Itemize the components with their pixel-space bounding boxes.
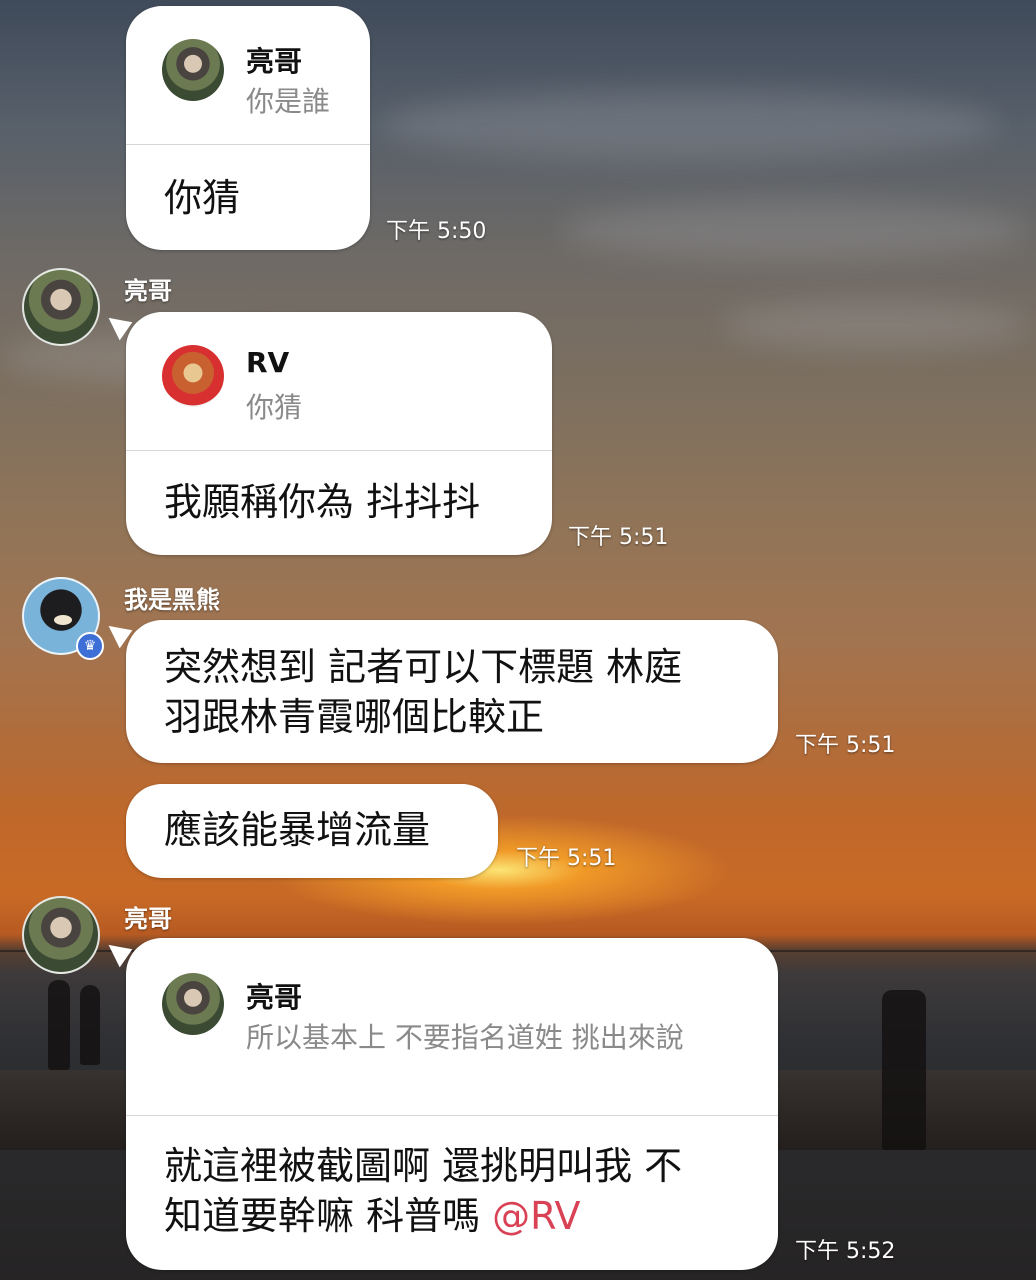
message-bubble[interactable]: 突然想到 記者可以下標題 林庭 羽跟林青霞哪個比較正 <box>126 620 778 763</box>
message-line: 羽跟林青霞哪個比較正 <box>164 695 545 739</box>
message-time: 下午 5:52 <box>795 1239 896 1264</box>
message-line: 知道要幹嘛 科普嗎 @RV <box>164 1191 682 1241</box>
reply-sender-name: RV <box>246 346 290 379</box>
reply-preview-text: 所以基本上 不要指名道姓 挑出來說 <box>246 1021 684 1054</box>
message-time: 下午 5:51 <box>568 525 669 550</box>
reply-sender-name: 亮哥 <box>246 981 303 1014</box>
reply-quote[interactable]: 亮哥 你是誰 <box>126 6 370 145</box>
message-text: 應該能暴增流量 <box>164 808 431 852</box>
message-time: 下午 5:51 <box>516 846 617 871</box>
message-time: 下午 5:50 <box>386 219 487 244</box>
message-line: 就這裡被截圖啊 還挑明叫我 不 <box>164 1144 683 1188</box>
background-cloud <box>560 200 1030 260</box>
silhouette <box>80 985 100 1065</box>
silhouette <box>882 990 926 1150</box>
message-text: 就這裡被截圖啊 還挑明叫我 不 知道要幹嘛 科普嗎 @RV <box>164 1141 682 1241</box>
message-bubble[interactable]: 亮哥 你是誰 你猜 <box>126 6 370 250</box>
message-text: 你猜 <box>164 176 241 220</box>
message-bubble[interactable]: 亮哥 所以基本上 不要指名道姓 挑出來說 就這裡被截圖啊 還挑明叫我 不 知道要… <box>126 938 778 1270</box>
reply-preview-text: 你是誰 <box>246 85 331 118</box>
message-line-text: 知道要幹嘛 科普嗎 <box>164 1194 493 1238</box>
avatar <box>162 39 224 101</box>
avatar <box>162 973 224 1035</box>
sender-name: 亮哥 <box>124 905 172 933</box>
message-bubble[interactable]: 應該能暴增流量 <box>126 784 498 878</box>
message-time: 下午 5:51 <box>795 733 896 758</box>
avatar[interactable] <box>22 896 100 974</box>
sender-name: 亮哥 <box>124 277 172 305</box>
message-line: 突然想到 記者可以下標題 林庭 <box>164 645 683 689</box>
background-cloud <box>720 300 1030 350</box>
message-text: 突然想到 記者可以下標題 林庭 羽跟林青霞哪個比較正 <box>164 642 682 742</box>
sender-name: 我是黑熊 <box>124 586 220 614</box>
reply-quote[interactable]: 亮哥 所以基本上 不要指名道姓 挑出來說 <box>126 938 778 1116</box>
crown-icon: ♛ <box>76 632 104 660</box>
reply-sender-name: 亮哥 <box>246 45 303 78</box>
reply-preview-text: 你猜 <box>246 391 303 424</box>
message-text: 我願稱你為 抖抖抖 <box>164 480 481 524</box>
background-cloud <box>380 90 1000 160</box>
silhouette <box>48 980 70 1070</box>
reply-quote[interactable]: RV 你猜 <box>126 312 552 451</box>
avatar[interactable] <box>22 268 100 346</box>
message-bubble[interactable]: RV 你猜 我願稱你為 抖抖抖 <box>126 312 552 555</box>
avatar <box>162 345 224 407</box>
mention-link[interactable]: @RV <box>492 1194 580 1238</box>
